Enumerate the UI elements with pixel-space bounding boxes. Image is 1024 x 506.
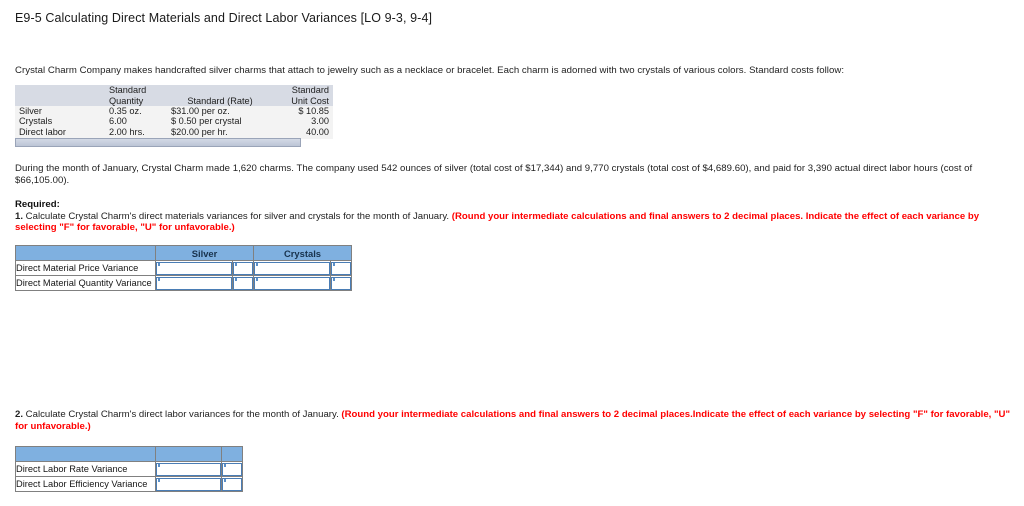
labor-variance-table: Direct Labor Rate Variance Direct Labor … xyxy=(15,446,243,492)
labor-variance-table-container: Direct Labor Rate Variance Direct Labor … xyxy=(15,446,243,492)
labor-rate-effect-cell[interactable] xyxy=(221,461,243,477)
silver-quantity-variance-input[interactable] xyxy=(156,276,232,290)
labor-header-effect xyxy=(221,446,243,462)
table-header-row: Standard Quantity Standard (Rate) Standa… xyxy=(15,85,333,106)
requirement-2-text: Calculate Crystal Charm's direct labor v… xyxy=(23,409,342,420)
exercise-page: E9-5 Calculating Direct Materials and Di… xyxy=(0,0,1024,506)
standard-costs-table-container: Standard Quantity Standard (Rate) Standa… xyxy=(15,85,333,139)
std-row-rate: $31.00 per oz. xyxy=(167,106,273,117)
std-header-unit-cost-line1: Standard xyxy=(291,85,329,95)
requirement-2-section: 2. Calculate Crystal Charm's direct labo… xyxy=(15,409,1015,432)
std-header-blank xyxy=(15,85,105,106)
intro-paragraph: Crystal Charm Company makes handcrafted … xyxy=(15,65,845,76)
silver-quantity-variance-cell[interactable] xyxy=(155,275,233,291)
crystals-price-variance-input[interactable] xyxy=(254,261,331,275)
std-row-unit-cost: $ 10.85 xyxy=(273,106,333,117)
silver-price-effect-input[interactable] xyxy=(233,261,254,275)
materials-row-label: Direct Material Price Variance xyxy=(15,260,156,276)
materials-header-crystals: Crystals xyxy=(253,245,353,261)
std-row-quantity: 2.00 hrs. xyxy=(105,127,167,139)
standard-costs-table: Standard Quantity Standard (Rate) Standa… xyxy=(15,85,333,139)
silver-quantity-effect-input[interactable] xyxy=(233,276,254,290)
materials-variance-table: Silver Crystals Direct Material Price Va… xyxy=(15,245,353,291)
table-row: Direct Labor Efficiency Variance xyxy=(15,476,243,492)
labor-header-blank xyxy=(15,446,156,462)
labor-row-label: Direct Labor Efficiency Variance xyxy=(15,476,156,492)
std-row-label: Direct labor xyxy=(15,127,105,139)
requirement-2-number: 2. xyxy=(15,409,24,420)
page-title: E9-5 Calculating Direct Materials and Di… xyxy=(15,11,433,25)
horizontal-scrollbar[interactable] xyxy=(15,138,301,147)
crystals-quantity-effect-cell[interactable] xyxy=(330,275,353,291)
silver-price-effect-cell[interactable] xyxy=(231,260,255,276)
requirement-1: 1. Calculate Crystal Charm's direct mate… xyxy=(15,211,1015,234)
table-row: Direct Material Price Variance xyxy=(15,260,353,276)
table-header-row: Silver Crystals xyxy=(15,245,353,261)
std-header-unit-cost: Standard Unit Cost xyxy=(273,85,333,106)
labor-rate-variance-input[interactable] xyxy=(156,462,221,476)
std-row-unit-cost: 3.00 xyxy=(273,116,333,127)
required-section: Required: 1. Calculate Crystal Charm's d… xyxy=(15,199,1015,234)
requirement-2: 2. Calculate Crystal Charm's direct labo… xyxy=(15,409,1015,432)
scrollbar-thumb[interactable] xyxy=(16,139,300,146)
materials-header-blank xyxy=(15,245,156,261)
std-row-label: Silver xyxy=(15,106,105,117)
labor-rate-variance-cell[interactable] xyxy=(155,461,222,477)
materials-header-silver: Silver xyxy=(154,245,255,261)
labor-row-label: Direct Labor Rate Variance xyxy=(15,461,156,477)
crystals-price-variance-cell[interactable] xyxy=(253,260,332,276)
table-row: Crystals 6.00 $ 0.50 per crystal 3.00 xyxy=(15,116,333,127)
labor-efficiency-effect-input[interactable] xyxy=(222,477,242,491)
table-row: Direct Material Quantity Variance xyxy=(15,275,353,291)
std-row-quantity: 6.00 xyxy=(105,116,167,127)
labor-efficiency-variance-input[interactable] xyxy=(156,477,221,491)
std-header-quantity-line1: Standard xyxy=(109,85,147,95)
materials-variance-table-container: Silver Crystals Direct Material Price Va… xyxy=(15,245,353,291)
table-row: Direct Labor Rate Variance xyxy=(15,461,243,477)
crystals-quantity-variance-cell[interactable] xyxy=(253,275,332,291)
table-header-row xyxy=(15,446,243,462)
required-label: Required: xyxy=(15,199,60,210)
silver-price-variance-input[interactable] xyxy=(156,261,232,275)
std-header-rate-line1 xyxy=(171,85,269,96)
labor-efficiency-effect-cell[interactable] xyxy=(221,476,243,492)
std-row-quantity: 0.35 oz. xyxy=(105,106,167,117)
requirement-1-number: 1. xyxy=(15,210,24,222)
std-header-quantity-line2: Quantity xyxy=(109,95,144,106)
scenario-paragraph: During the month of January, Crystal Cha… xyxy=(15,163,973,186)
crystals-price-effect-input[interactable] xyxy=(331,261,352,275)
labor-rate-effect-input[interactable] xyxy=(222,462,242,476)
table-row: Silver 0.35 oz. $31.00 per oz. $ 10.85 xyxy=(15,106,333,117)
std-row-rate: $ 0.50 per crystal xyxy=(167,116,273,127)
std-row-label: Crystals xyxy=(15,116,105,127)
std-header-rate: Standard (Rate) xyxy=(167,85,273,106)
std-row-unit-cost: 40.00 xyxy=(273,127,333,139)
materials-row-label: Direct Material Quantity Variance xyxy=(15,275,156,291)
silver-price-variance-cell[interactable] xyxy=(155,260,233,276)
std-header-rate-line2: Standard (Rate) xyxy=(187,95,253,106)
requirement-1-text: Calculate Crystal Charm's direct materia… xyxy=(23,210,452,222)
labor-efficiency-variance-cell[interactable] xyxy=(155,476,222,492)
std-row-rate: $20.00 per hr. xyxy=(167,127,273,139)
silver-quantity-effect-cell[interactable] xyxy=(231,275,255,291)
crystals-price-effect-cell[interactable] xyxy=(330,260,353,276)
std-header-quantity: Standard Quantity xyxy=(105,85,167,106)
std-header-unit-cost-line2: Unit Cost xyxy=(291,95,329,106)
table-row: Direct labor 2.00 hrs. $20.00 per hr. 40… xyxy=(15,127,333,139)
labor-header-amount xyxy=(155,446,222,462)
crystals-quantity-effect-input[interactable] xyxy=(331,276,352,290)
crystals-quantity-variance-input[interactable] xyxy=(254,276,331,290)
